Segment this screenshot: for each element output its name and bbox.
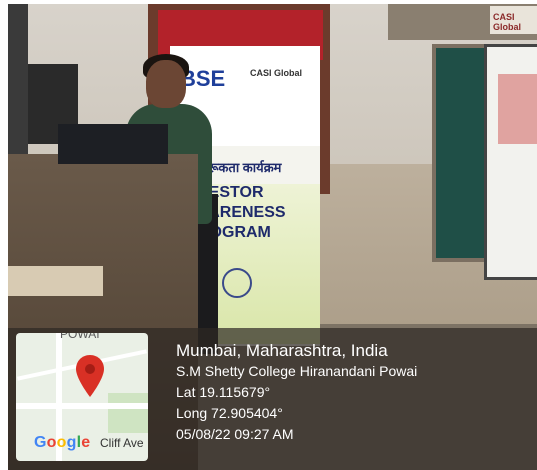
desk [8,266,103,296]
map-park [108,393,148,433]
map-street-label: Cliff Ave [100,436,144,450]
speaker-head [146,60,186,108]
location-text: Mumbai, Maharashtra, India [176,341,388,360]
location-map[interactable]: POWAI Google Cliff Ave [16,333,148,461]
screen-slide [498,74,537,144]
geotag-info: Mumbai, Maharashtra, India S.M Shetty Co… [176,340,417,445]
map-area-label: POWAI [60,333,100,341]
google-logo: Google [34,434,91,451]
place-text: S.M Shetty College Hiranandani Powai [176,363,418,379]
datetime-text: 05/08/22 09:27 AM [176,426,294,442]
latitude-text: Lat 19.115679° [176,384,271,400]
casi-sign-text: CASI Global [493,12,522,32]
banner-partner: CASI Global [250,68,303,78]
banner-seal [222,268,252,298]
casi-sign: CASI Global [490,6,537,34]
map-road [16,403,148,409]
map-pin-icon [76,355,104,397]
laptop [58,124,168,164]
longitude-text: Long 72.905404° [176,405,283,421]
